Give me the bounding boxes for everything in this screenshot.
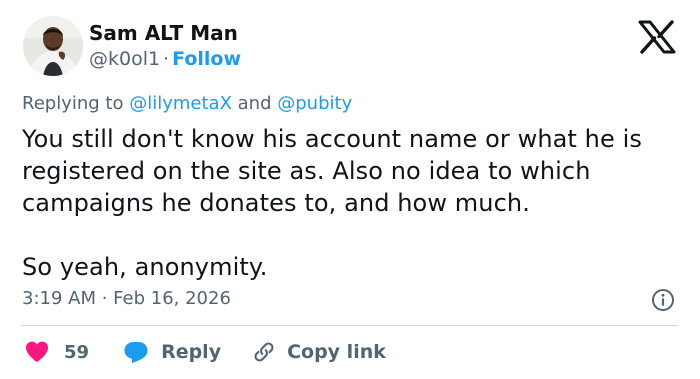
- reply-conjunction: and: [237, 93, 272, 114]
- tweet-card: Sam ALT Man @k0ol1 · Follow Replying to @l…: [0, 0, 700, 379]
- avatar-photo-icon: [23, 16, 83, 76]
- tweet-timestamp[interactable]: 3:19 AM · Feb 16, 2026: [22, 287, 231, 311]
- reply-prefix: Replying to: [22, 93, 124, 114]
- separator-dot: ·: [163, 48, 170, 70]
- author-avatar[interactable]: [23, 16, 83, 76]
- like-count: 59: [64, 341, 90, 363]
- like-button[interactable]: 59: [24, 339, 89, 365]
- copy-link-button[interactable]: Copy link: [251, 339, 386, 365]
- author-handle[interactable]: @k0ol1: [89, 48, 160, 70]
- reply-bubble-icon: [124, 342, 148, 364]
- follow-button[interactable]: Follow: [172, 48, 241, 70]
- tweet-paragraph: So yeah, anonymity.: [22, 253, 268, 281]
- reply-context: Replying to @lilymetaX and @pubity: [22, 92, 352, 116]
- info-icon[interactable]: [651, 288, 675, 312]
- action-bar: 59 Reply Copy link: [24, 338, 386, 366]
- reply-label: Reply: [161, 341, 222, 363]
- reply-button[interactable]: Reply: [123, 339, 221, 365]
- link-icon: [254, 342, 274, 362]
- reply-mention-lilymetax[interactable]: @lilymetaX: [129, 93, 232, 114]
- tweet-paragraph: You still don't know his account name or…: [22, 125, 642, 217]
- author-handle-row: @k0ol1 · Follow: [89, 46, 241, 72]
- copy-link-label: Copy link: [287, 341, 386, 363]
- x-logo-icon[interactable]: [638, 20, 676, 54]
- author-display-name[interactable]: Sam ALT Man: [89, 20, 238, 46]
- divider: [22, 325, 678, 326]
- heart-icon: [26, 341, 48, 362]
- tweet-text: You still don't know his account name or…: [22, 123, 682, 283]
- reply-mention-pubity[interactable]: @pubity: [277, 93, 352, 114]
